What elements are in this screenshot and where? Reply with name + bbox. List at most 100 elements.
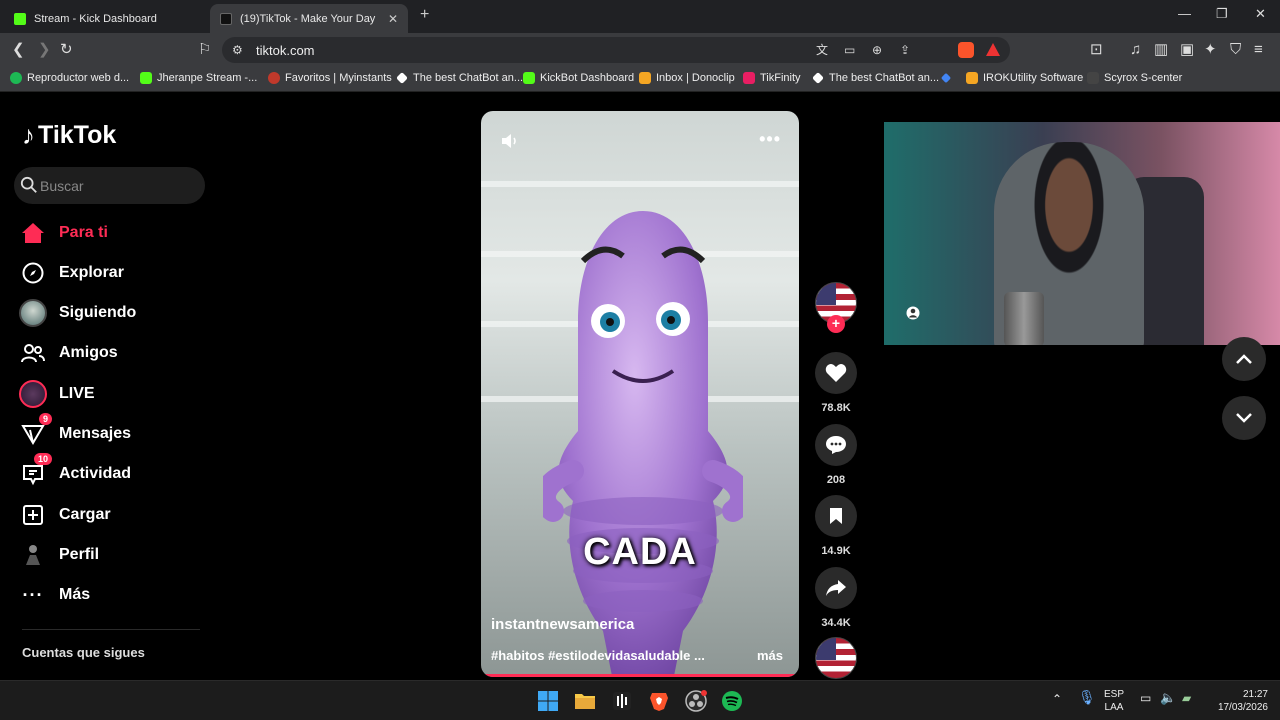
video-progress-bar[interactable] <box>481 674 799 677</box>
back-icon[interactable]: ❮ <box>12 41 25 59</box>
kick-icon <box>140 72 152 84</box>
tab-kick-dashboard[interactable]: Stream - Kick Dashboard <box>4 4 204 33</box>
next-video-button[interactable] <box>1222 396 1266 440</box>
bookmark-item[interactable]: Favoritos | Myinstants <box>268 72 392 84</box>
nav-mas[interactable]: ··· Más <box>18 580 91 610</box>
bookmark-page-icon[interactable]: ⚐ <box>198 41 211 59</box>
volume-tray-icon[interactable]: 🔈 <box>1160 691 1176 704</box>
nav-amigos[interactable]: Amigos <box>18 338 118 368</box>
follow-plus-icon[interactable]: + <box>827 315 845 333</box>
leo-ai-icon[interactable]: ✦ <box>1204 41 1217 59</box>
screenshot-icon[interactable]: ⊡ <box>1090 41 1103 59</box>
audio-app-icon[interactable] <box>610 689 634 713</box>
translate-icon[interactable]: 文 <box>816 41 828 59</box>
bookmark-item[interactable]: KickBot Dashboard <box>523 72 634 84</box>
clock[interactable]: 21:27 17/03/2026 <box>1208 688 1268 714</box>
save-count: 14.9K <box>821 545 851 557</box>
clock-time: 21:27 <box>1242 689 1268 700</box>
spotify-taskbar-icon[interactable] <box>720 689 744 713</box>
video-options-icon[interactable]: ••• <box>759 129 781 150</box>
bookmark-item[interactable]: Jheranpe Stream -... <box>140 72 257 84</box>
iroku-icon <box>966 72 978 84</box>
bookmark-item[interactable] <box>940 72 957 84</box>
share-action[interactable]: 34.4K <box>815 567 857 629</box>
microphone-icon[interactable]: 🎙 <box>1078 690 1096 704</box>
video-player[interactable]: ••• CADA instantnewsamerica #habitos #es… <box>481 111 799 677</box>
browser-tab-bar: Stream - Kick Dashboard (19)TikTok - Mak… <box>0 0 1280 33</box>
previous-video-button[interactable] <box>1222 337 1266 381</box>
tray-overflow-icon[interactable]: ⌃ <box>1052 693 1062 706</box>
maximize-icon[interactable]: ❐ <box>1216 6 1228 22</box>
nav-siguiendo[interactable]: Siguiendo <box>18 298 136 328</box>
spotify-icon <box>10 72 22 84</box>
minimize-icon[interactable]: — <box>1178 6 1191 21</box>
file-explorer-icon[interactable] <box>573 689 597 713</box>
bookmark-label: Reproductor web d... <box>27 72 130 84</box>
bookmark-item[interactable]: Inbox | Donoclip <box>639 72 735 84</box>
share-arrow-icon <box>815 567 857 609</box>
video-author[interactable]: instantnewsamerica <box>491 616 634 633</box>
save-action[interactable]: 14.9K <box>815 495 857 557</box>
zoom-icon[interactable]: ⊕ <box>872 41 882 59</box>
video-hashtags[interactable]: #habitos #estilodevidasaludable ... <box>491 648 705 663</box>
video-more-link[interactable]: más <box>757 648 783 663</box>
comment-action[interactable]: 208 <box>815 424 857 486</box>
forward-icon[interactable]: ❯ <box>38 41 51 59</box>
reload-icon[interactable]: ↻ <box>60 41 73 59</box>
vpn-icon[interactable]: ⛉ <box>1230 41 1241 59</box>
battery-icon[interactable]: ▰ <box>1182 692 1191 705</box>
nav-explorar[interactable]: Explorar <box>18 258 124 288</box>
myinstants-icon <box>268 72 280 84</box>
comment-count: 208 <box>826 474 846 486</box>
volume-icon[interactable] <box>499 131 519 151</box>
search-input[interactable]: Buscar <box>14 167 205 204</box>
nav-mensajes[interactable]: 9 Mensajes <box>18 413 131 449</box>
close-tab-icon[interactable]: ✕ <box>388 12 398 26</box>
heart-icon <box>815 352 857 394</box>
bookmark-item[interactable]: TikFinity <box>743 72 801 84</box>
brave-shield-icon[interactable] <box>958 42 974 58</box>
brave-browser-icon[interactable] <box>647 689 671 713</box>
nav-perfil[interactable]: Perfil <box>18 540 99 570</box>
compass-icon <box>18 258 48 288</box>
webcam-overlay <box>884 122 1280 345</box>
tiktok-logo[interactable]: ♪ TikTok <box>22 120 116 151</box>
comment-icon <box>815 424 857 466</box>
bookmark-label: Jheranpe Stream -... <box>157 72 258 84</box>
nav-live[interactable]: LIVE <box>18 379 95 409</box>
brave-rewards-icon[interactable] <box>986 43 1000 56</box>
media-icon[interactable]: ♫ <box>1130 41 1141 59</box>
tab-tiktok[interactable]: (19)TikTok - Make Your Day ✕ <box>210 4 408 33</box>
close-window-icon[interactable]: ✕ <box>1255 6 1266 22</box>
bookmark-item[interactable]: Reproductor web d... <box>10 72 129 84</box>
bookmark-item[interactable]: The best ChatBot an... <box>812 72 939 84</box>
creator-avatar[interactable]: + <box>815 282 857 333</box>
live-icon <box>18 379 48 409</box>
cast-icon[interactable]: ▭ <box>844 41 855 59</box>
language-indicator[interactable]: ESP LAA <box>1104 688 1124 714</box>
bookmark-item[interactable]: The best ChatBot an... <box>396 72 523 84</box>
like-action[interactable]: 78.8K <box>815 352 857 414</box>
menu-icon[interactable]: ≡ <box>1254 41 1263 59</box>
nav-cargar[interactable]: Cargar <box>18 500 111 530</box>
share-icon[interactable]: ⇪ <box>900 41 910 59</box>
nav-para-ti[interactable]: Para ti <box>18 218 108 248</box>
address-bar[interactable]: ⚙ tiktok.com 文 ▭ ⊕ ⇪ <box>222 37 1010 63</box>
network-icon[interactable]: ▭ <box>1140 692 1151 705</box>
bookmark-item[interactable]: IROKUtility Software <box>966 72 1083 84</box>
search-placeholder: Buscar <box>40 178 84 194</box>
tab-title: Stream - Kick Dashboard <box>34 12 157 25</box>
activity-icon: 10 <box>18 453 52 489</box>
nav-label: Actividad <box>59 465 132 482</box>
site-settings-icon[interactable]: ⚙ <box>232 41 243 59</box>
new-tab-button[interactable]: + <box>420 6 429 24</box>
sound-avatar[interactable] <box>815 637 857 679</box>
wallet-icon[interactable]: ▣ <box>1180 41 1194 59</box>
bookmark-item[interactable]: Scyrox S-center <box>1087 72 1182 84</box>
following-accounts-heading: Cuentas que sigues <box>22 645 145 660</box>
windows-start-icon[interactable] <box>536 689 560 713</box>
bookmark-label: Inbox | Donoclip <box>656 72 735 84</box>
obs-icon[interactable] <box>684 689 708 713</box>
sidebar-icon[interactable]: ▥ <box>1154 41 1168 59</box>
nav-actividad[interactable]: 10 Actividad <box>18 453 132 489</box>
